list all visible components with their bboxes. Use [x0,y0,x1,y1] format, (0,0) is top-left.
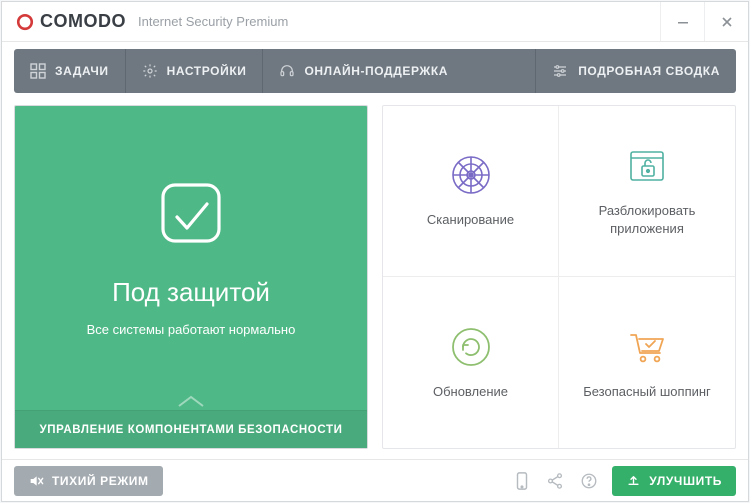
refresh-icon [449,325,493,369]
tile-safe-shopping[interactable]: Безопасный шоппинг [559,277,735,448]
chevron-up-icon [177,394,205,408]
manage-components-label: УПРАВЛЕНИЕ КОМПОНЕНТАМИ БЕЗОПАСНОСТИ [40,424,343,436]
toolbar-support-label: ОНЛАЙН-ПОДДЕРЖКА [304,64,448,78]
tile-scan-label: Сканирование [427,211,514,229]
tile-unblock-label: Разблокировать приложения [569,202,725,237]
tile-unblock-apps[interactable]: Разблокировать приложения [559,106,735,277]
mobile-icon[interactable] [514,472,530,490]
tile-scan[interactable]: Сканирование [383,106,559,277]
cart-check-icon [625,325,669,369]
radar-icon [449,153,493,197]
main-toolbar: ЗАДАЧИ НАСТРОЙКИ ОНЛАЙН-ПОДДЕРЖКА [14,49,736,93]
unlock-window-icon [625,144,669,188]
app-window: COMODO Internet Security Premium ЗАДАЧИ [1,1,749,502]
close-icon [721,16,733,28]
close-button[interactable] [704,2,748,41]
product-name: Internet Security Premium [138,14,288,29]
shield-check-icon [141,167,241,267]
status-subtitle: Все системы работают нормально [87,322,296,337]
brand-text: COMODO [40,11,126,32]
toolbar-detailed-summary[interactable]: ПОДРОБНАЯ СВОДКА [536,49,736,93]
status-panel: Под защитой Все системы работают нормаль… [14,105,368,449]
silent-mode-label: ТИХИЙ РЕЖИМ [52,474,149,488]
status-center: Под защитой Все системы работают нормаль… [15,106,367,410]
toolbar-detailed-label: ПОДРОБНАЯ СВОДКА [578,64,720,78]
toolbar-tasks-label: ЗАДАЧИ [55,64,109,78]
share-icon[interactable] [546,472,564,490]
tile-update[interactable]: Обновление [383,277,559,448]
toolbar-settings[interactable]: НАСТРОЙКИ [126,49,263,93]
logo-mark-icon [16,13,34,31]
bottom-bar: ТИХИЙ РЕЖИМ [2,459,748,501]
gear-icon [142,63,158,79]
sliders-icon [552,63,568,79]
toolbar-tasks[interactable]: ЗАДАЧИ [14,49,125,93]
minimize-icon [677,16,689,28]
toolbar-settings-label: НАСТРОЙКИ [167,64,247,78]
titlebar: COMODO Internet Security Premium [2,2,748,42]
upgrade-label: УЛУЧШИТЬ [649,474,722,488]
toolbar-support[interactable]: ОНЛАЙН-ПОДДЕРЖКА [263,49,464,93]
main-area: Под защитой Все системы работают нормаль… [2,93,748,459]
help-icon[interactable] [580,472,598,490]
grid-icon [30,63,46,79]
brand-logo: COMODO Internet Security Premium [2,11,288,32]
tile-shopping-label: Безопасный шоппинг [583,383,711,401]
upload-icon [626,473,641,488]
tiles-grid: Сканирование Разблокировать приложения [382,105,736,449]
mute-icon [28,473,44,489]
minimize-button[interactable] [660,2,704,41]
status-title: Под защитой [112,277,270,308]
headset-icon [279,63,295,79]
tile-update-label: Обновление [433,383,508,401]
manage-components-button[interactable]: УПРАВЛЕНИЕ КОМПОНЕНТАМИ БЕЗОПАСНОСТИ [15,410,367,448]
bottom-icons [514,472,598,490]
silent-mode-button[interactable]: ТИХИЙ РЕЖИМ [14,466,163,496]
upgrade-button[interactable]: УЛУЧШИТЬ [612,466,736,496]
